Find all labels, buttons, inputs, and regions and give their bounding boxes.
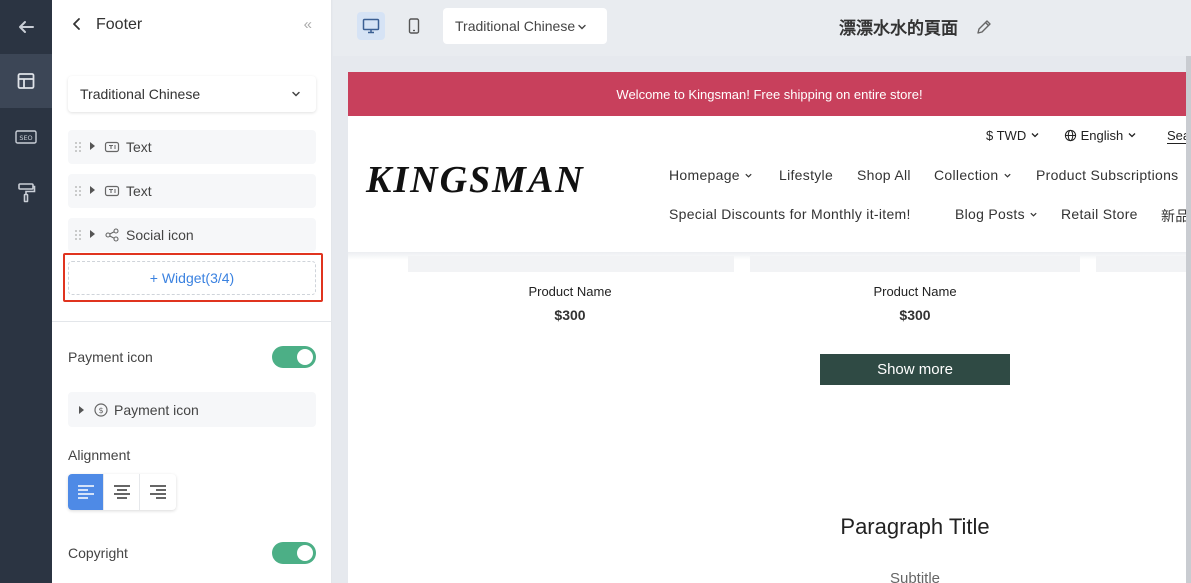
text-widget-icon (104, 139, 120, 155)
store-preview: Welcome to Kingsman! Free shipping on en… (348, 72, 1191, 583)
edit-pencil-icon[interactable] (975, 18, 993, 41)
store-logo[interactable]: KINGSMAN (366, 158, 585, 202)
payment-icon-label: Payment icon (68, 349, 153, 365)
desktop-view-button[interactable] (357, 12, 385, 40)
product-price: $300 (899, 307, 931, 323)
text-widget-icon (104, 183, 120, 199)
product-card-image-edge (408, 256, 734, 272)
panel-divider (52, 321, 332, 322)
desktop-icon (362, 18, 380, 34)
drag-handle-icon[interactable] (74, 228, 82, 240)
chevron-down-icon (577, 19, 587, 35)
svg-text:SEO: SEO (19, 134, 32, 142)
chevron-down-icon (1031, 133, 1039, 138)
payment-item-label: Payment icon (114, 402, 199, 418)
copyright-label: Copyright (68, 545, 128, 561)
language-select[interactable]: Traditional Chinese (68, 76, 316, 112)
nav-label: Blog Posts (955, 206, 1025, 222)
page-title: 漂漂水水的頁面 (839, 19, 958, 39)
seo-icon[interactable]: SEO (0, 110, 52, 164)
chevron-down-icon (1030, 212, 1037, 217)
left-rail: SEO (0, 0, 52, 583)
widget-item-text-1[interactable]: Text (68, 130, 316, 164)
expand-caret-icon[interactable] (90, 186, 95, 194)
nav-product-subscriptions[interactable]: Product Subscriptions (1036, 167, 1178, 183)
drag-handle-icon[interactable] (74, 184, 82, 196)
back-arrow-icon[interactable] (0, 0, 52, 54)
toolbar-language-value: Traditional Chinese (455, 18, 576, 34)
nav-label: Homepage (669, 167, 740, 183)
align-right-button[interactable] (140, 474, 176, 510)
language-value: English (1080, 128, 1124, 143)
widget-item-social-icon[interactable]: Social icon (68, 218, 316, 252)
chevron-left-icon[interactable] (70, 16, 84, 37)
svg-text:$: $ (98, 406, 103, 415)
copyright-toggle[interactable] (272, 542, 316, 564)
top-toolbar: Traditional Chinese 漂漂水水的頁面 (333, 0, 1191, 56)
align-left-icon (77, 485, 94, 499)
product-price: $300 (554, 307, 586, 323)
chevron-down-icon (1128, 133, 1136, 138)
align-center-button[interactable] (104, 474, 140, 510)
nav-special-discounts[interactable]: Special Discounts for Monthly it-item! (669, 206, 911, 222)
nav-label: Collection (934, 167, 999, 183)
panel-title: Footer (96, 16, 143, 33)
toolbar-language-select[interactable]: Traditional Chinese (443, 8, 607, 44)
add-widget-button[interactable]: + Widget(3/4) (68, 261, 316, 295)
collapse-panel-icon[interactable]: « (304, 16, 312, 33)
mobile-icon (408, 18, 420, 34)
chevron-down-icon (745, 173, 752, 178)
paint-roller-icon[interactable] (0, 166, 52, 220)
mobile-view-button[interactable] (400, 12, 428, 40)
nav-lifestyle[interactable]: Lifestyle (779, 167, 833, 183)
show-more-button[interactable]: Show more (820, 354, 1010, 385)
chevron-down-icon (290, 87, 302, 103)
preview-scrollbar[interactable] (1186, 56, 1191, 583)
nav-homepage[interactable]: Homepage (669, 167, 753, 183)
layout-icon[interactable] (0, 54, 52, 108)
nav-shop-all[interactable]: Shop All (857, 167, 911, 183)
widget-item-label: Text (126, 183, 152, 199)
align-left-button[interactable] (68, 474, 104, 510)
language-select-value: Traditional Chinese (80, 86, 201, 102)
paragraph-subtitle: Subtitle (889, 570, 941, 583)
align-right-icon (150, 485, 166, 499)
currency-value: $ TWD (986, 128, 1027, 143)
language-selector[interactable]: English (1064, 128, 1137, 143)
nav-collection[interactable]: Collection (934, 167, 1012, 183)
payment-coin-icon: $ (93, 402, 109, 418)
product-card-image-edge (1096, 256, 1191, 272)
align-center-icon (113, 485, 130, 499)
alignment-button-group (68, 474, 176, 510)
expand-caret-icon[interactable] (79, 406, 84, 414)
widget-item-text-2[interactable]: Text (68, 174, 316, 208)
nav-retail-store[interactable]: Retail Store (1061, 206, 1138, 222)
widget-item-label: Social icon (126, 227, 194, 243)
expand-caret-icon[interactable] (90, 142, 95, 150)
widget-item-label: Text (126, 139, 152, 155)
panel-header: Footer « (52, 0, 332, 52)
paragraph-title: Paragraph Title (840, 514, 990, 539)
share-icon (104, 227, 120, 243)
product-card-image-edge (750, 256, 1080, 272)
globe-icon (1064, 129, 1077, 142)
product-name[interactable]: Product Name (470, 284, 670, 299)
nav-blog-posts[interactable]: Blog Posts (955, 206, 1038, 222)
payment-icon-toggle[interactable] (272, 346, 316, 368)
product-name[interactable]: Product Name (815, 284, 1015, 299)
drag-handle-icon[interactable] (74, 140, 82, 152)
alignment-label: Alignment (68, 447, 131, 463)
announcement-bar: Welcome to Kingsman! Free shipping on en… (348, 72, 1191, 116)
chevron-down-icon (1004, 173, 1011, 178)
expand-caret-icon[interactable] (90, 230, 95, 238)
currency-selector[interactable]: $ TWD (986, 128, 1040, 143)
payment-icon-item[interactable]: $ Payment icon (68, 392, 316, 427)
